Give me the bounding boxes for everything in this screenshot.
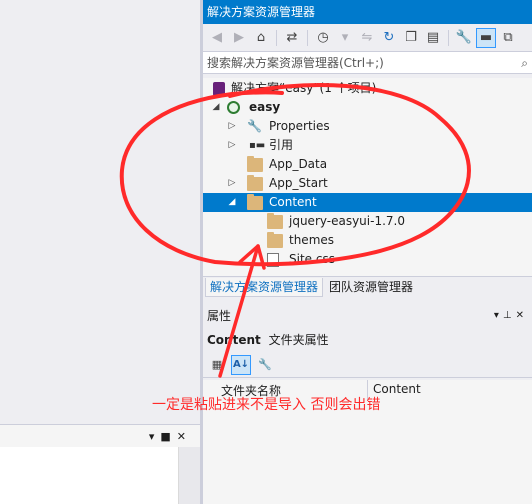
expander-expanded-icon[interactable]: ◢: [227, 193, 237, 212]
dropdown-icon[interactable]: ▾: [494, 310, 503, 321]
panel-close-icon[interactable]: ✕: [177, 430, 186, 443]
tree-item-label: themes: [289, 233, 335, 247]
bottom-left-panel-header: ▾ ■ ✕: [0, 425, 200, 447]
forward-icon[interactable]: ▶: [229, 28, 249, 48]
tree-item-site-css[interactable]: Site.css: [203, 250, 532, 269]
toolbar-separator: [307, 29, 308, 46]
tree-item-label: 解决方案“easy”(1 个项目): [231, 81, 377, 95]
preview-icon[interactable]: ⧉: [498, 28, 518, 48]
tree-item-label: easy: [249, 100, 281, 114]
solution-explorer-toolbar: ◀ ▶ ⌂ ⇄ ◷ ▾ ⇋ ↻ ❐ ▤ 🔧 ▬ ⧉: [203, 24, 532, 52]
selected-object-name: Content: [207, 333, 261, 347]
solution-explorer-title: 解决方案资源管理器: [203, 0, 532, 24]
properties-title-label: 属性: [207, 309, 232, 323]
refresh-icon[interactable]: ↻: [379, 28, 399, 48]
tree-item-label: Properties: [269, 119, 330, 133]
tree-item-content[interactable]: ◢ Content: [203, 193, 532, 212]
properties-window-buttons: ▾⊥✕: [494, 306, 528, 326]
tree-item-themes[interactable]: themes: [203, 231, 532, 250]
folder-icon: [247, 175, 263, 191]
folder-icon: [267, 213, 283, 229]
explorer-tab-strip: 解决方案资源管理器 团队资源管理器: [203, 276, 532, 297]
tree-item-label: App_Start: [269, 176, 328, 190]
history-dropdown-icon[interactable]: ▾: [335, 28, 355, 48]
tree-item-label: Site.css: [289, 252, 335, 266]
open-folder-icon: [247, 194, 263, 210]
tree-item-app-data[interactable]: App_Data: [203, 155, 532, 174]
tree-item-properties[interactable]: ▷ 🔧 Properties: [203, 117, 532, 136]
pin-icon[interactable]: ▬: [476, 27, 496, 48]
folder-icon: [267, 232, 283, 248]
panel-dropdown-icon[interactable]: ▾: [149, 430, 155, 443]
property-pages-wrench-icon[interactable]: 🔧: [255, 355, 275, 375]
wrench-icon: 🔧: [247, 119, 262, 133]
tree-item-jquery-easyui[interactable]: jquery-easyui-1.7.0: [203, 212, 532, 231]
folder-icon: [247, 156, 263, 172]
properties-title: 属性 ▾⊥✕: [203, 306, 532, 326]
tree-item-label: App_Data: [269, 157, 328, 171]
search-icon[interactable]: ⌕: [521, 52, 528, 74]
solution-icon: [213, 82, 225, 96]
tree-item-project[interactable]: ◢ easy: [203, 98, 532, 117]
properties-toolbar: ▦ A↓ 🔧: [203, 352, 532, 378]
css-file-icon: [267, 253, 279, 267]
toolbar-separator: [448, 29, 449, 46]
bottom-left-panel: ▾ ■ ✕ ▲: [0, 424, 200, 504]
show-all-files-icon[interactable]: ▤: [423, 28, 443, 48]
sync-icon[interactable]: ⇄: [282, 28, 302, 48]
tree-item-label: 引用: [269, 138, 294, 152]
references-icon: ▪▬: [249, 140, 266, 151]
web-project-icon: [227, 101, 240, 114]
properties-object-selector[interactable]: Content 文件夹属性: [203, 330, 532, 350]
search-input-placeholder: 搜索解决方案资源管理器(Ctrl+;): [207, 56, 384, 70]
collapse-all-icon[interactable]: ❐: [401, 28, 421, 48]
expander-collapsed-icon[interactable]: ▷: [227, 174, 237, 193]
bottom-left-scrollbar[interactable]: ▲: [178, 447, 200, 504]
panel-maximize-icon[interactable]: ■: [160, 430, 170, 443]
tab-solution-explorer[interactable]: 解决方案资源管理器: [205, 278, 324, 297]
tree-item-label: jquery-easyui-1.7.0: [289, 214, 405, 228]
annotation-text: 一定是粘贴进来不是导入 否则会出错: [152, 397, 381, 413]
tree-item-solution[interactable]: 解决方案“easy”(1 个项目): [203, 79, 532, 98]
tree-item-label: Content: [269, 195, 317, 209]
tree-item-references[interactable]: ▷ ▪▬ 引用: [203, 136, 532, 155]
tree-item-app-start[interactable]: ▷ App_Start: [203, 174, 532, 193]
bottom-left-panel-body: [0, 447, 178, 504]
expander-collapsed-icon[interactable]: ▷: [227, 117, 237, 136]
solution-explorer-search[interactable]: 搜索解决方案资源管理器(Ctrl+;) ⌕: [203, 52, 532, 74]
expander-collapsed-icon[interactable]: ▷: [227, 136, 237, 155]
properties-wrench-icon[interactable]: 🔧: [454, 28, 474, 48]
pin-icon[interactable]: ⊥: [503, 310, 516, 321]
categorized-icon[interactable]: ▦: [207, 355, 227, 375]
selected-object-type: 文件夹属性: [268, 333, 329, 347]
home-icon[interactable]: ⌂: [251, 28, 271, 48]
history-icon[interactable]: ◷: [313, 28, 333, 48]
alphabetical-sort-icon[interactable]: A↓: [231, 354, 251, 375]
expander-expanded-icon[interactable]: ◢: [211, 98, 221, 117]
solution-tree: 解决方案“easy”(1 个项目) ◢ easy ▷ 🔧 Properties …: [203, 78, 532, 276]
close-icon[interactable]: ✕: [516, 310, 528, 321]
toolbar-separator: [276, 29, 277, 46]
back-icon[interactable]: ◀: [207, 28, 227, 48]
sync-with-document-icon[interactable]: ⇋: [357, 28, 377, 48]
tab-team-explorer[interactable]: 团队资源管理器: [325, 278, 417, 297]
